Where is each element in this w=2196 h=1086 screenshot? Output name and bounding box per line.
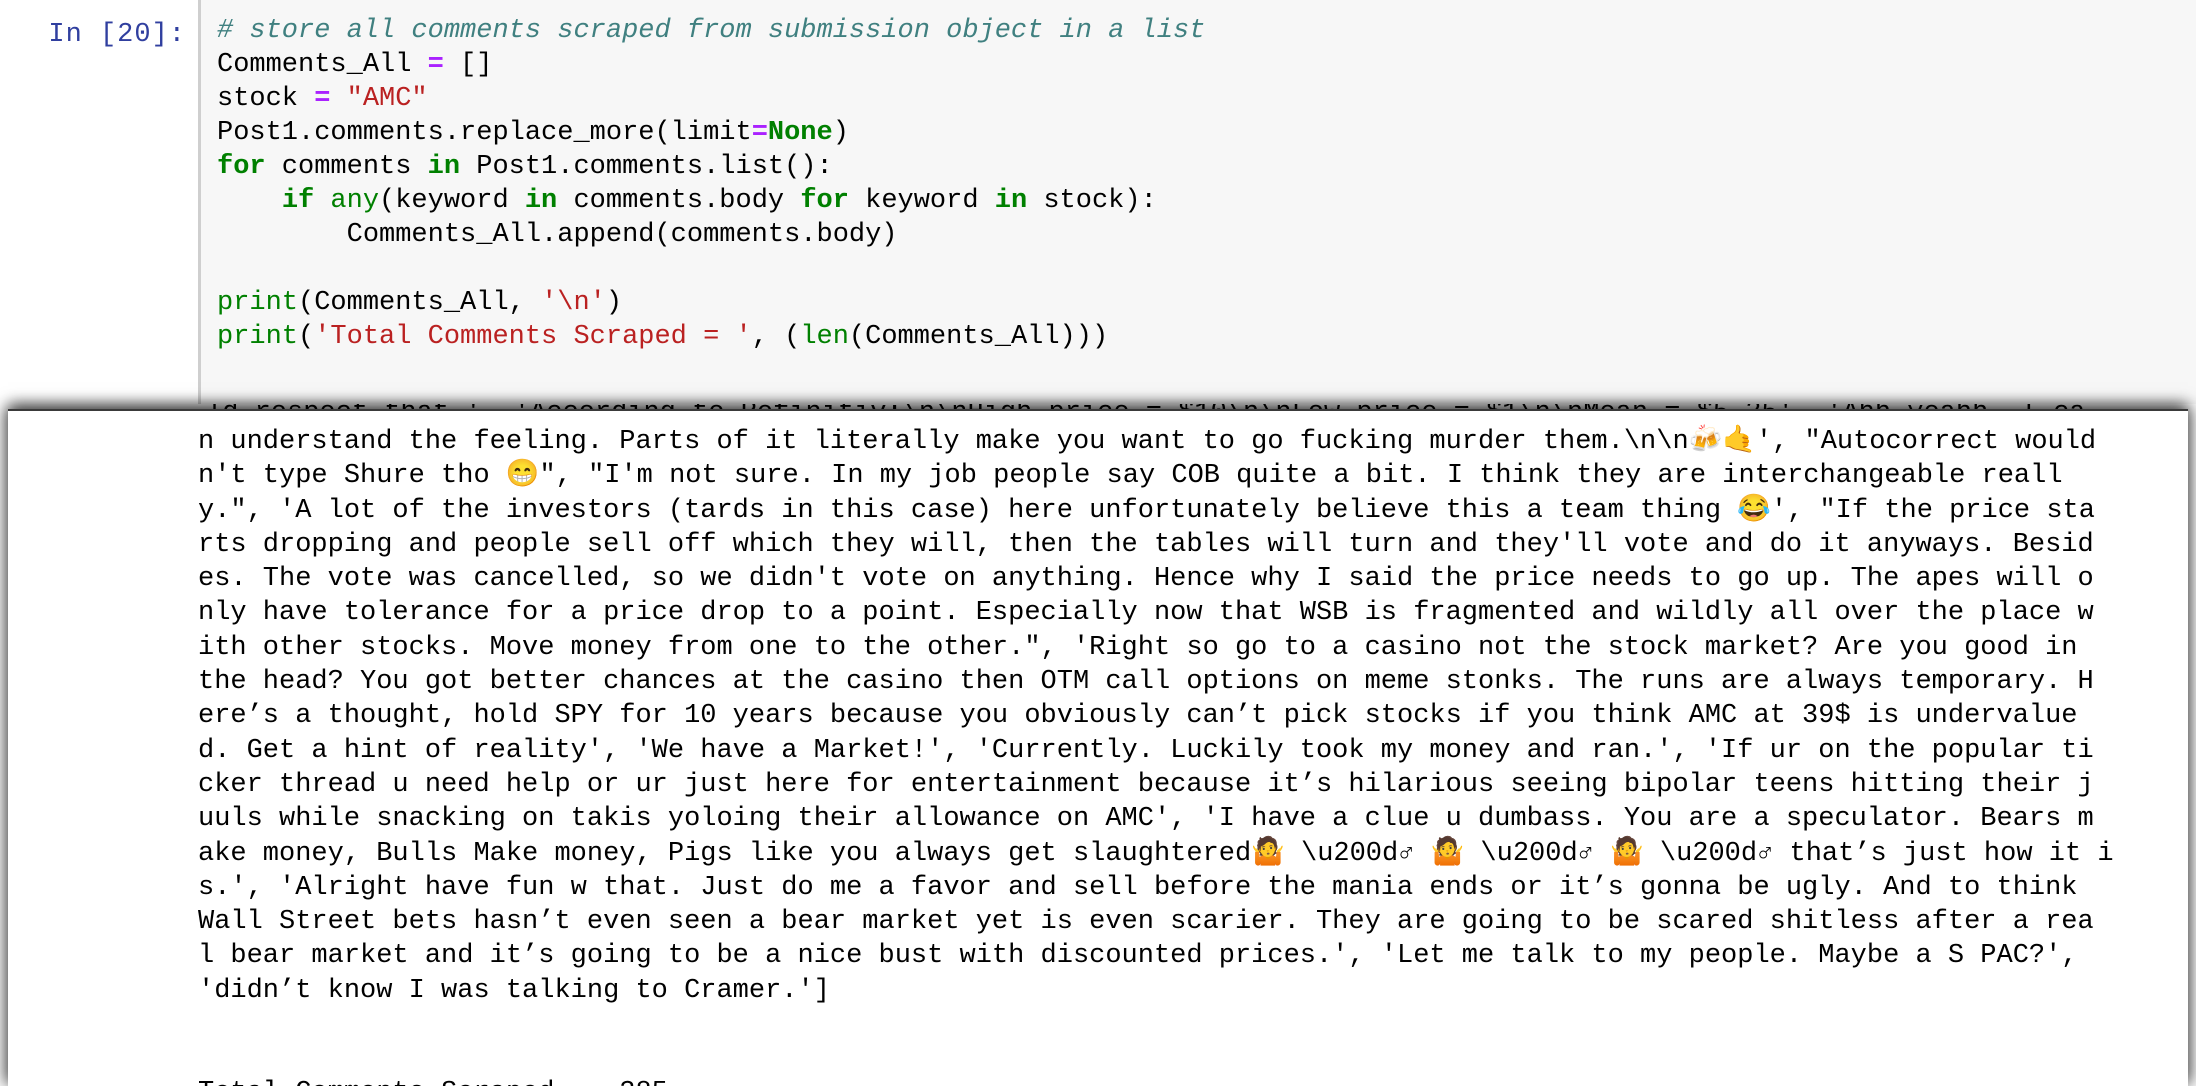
code-line-assign-stock: stock = "AMC" [217, 84, 428, 114]
output-line: ake money, Bulls Make money, Pigs like y… [198, 838, 2114, 869]
code-line-assign-comments-all: Comments_All = [] [217, 50, 493, 80]
output-total-comments-scraped: Total Comments Scraped = 385 [198, 1076, 2188, 1086]
output-line: 'didn’t know I was talking to Cramer.'] [198, 975, 830, 1006]
output-line: cker thread u need help or ur just here … [198, 769, 2094, 800]
code-line-comment: # store all comments scraped from submis… [217, 16, 1206, 46]
output-overlay-content: n understand the feeling. Parts of it li… [8, 411, 2188, 1086]
output-line: ere’s a thought, hold SPY for 10 years b… [198, 701, 2078, 732]
code-input-area[interactable]: # store all comments scraped from submis… [198, 0, 2196, 404]
output-line: l bear market and it’s going to be a nic… [198, 941, 2078, 972]
code-line-print-total: print('Total Comments Scraped = ', (len(… [217, 322, 1109, 352]
output-blank-line [198, 1042, 2188, 1076]
code-line-for-loop: for comments in Post1.comments.list(): [217, 152, 833, 182]
output-line: n't type Shure tho 😁", "I'm not sure. In… [198, 461, 2063, 492]
code-block[interactable]: # store all comments scraped from submis… [209, 14, 2196, 354]
output-line: es. The vote was cancelled, so we didn't… [198, 564, 2094, 595]
output-overlay-panel[interactable]: n understand the feeling. Parts of it li… [8, 409, 2188, 1086]
output-line: n understand the feeling. Parts of it li… [198, 427, 2097, 457]
output-line: y.", 'A lot of the investors (tards in t… [198, 495, 2095, 526]
output-line: nly have tolerance for a price drop to a… [198, 598, 2094, 629]
output-line: d. Get a hint of reality', 'We have a Ma… [198, 735, 2094, 766]
output-line: rts dropping and people sell off which t… [198, 529, 2094, 560]
output-line: uuls while snacking on takis yoloing the… [198, 804, 2094, 835]
code-line-if-any: if any(keyword in comments.body for keyw… [281, 186, 1157, 216]
output-line: Wall Street bets hasn’t even seen a bear… [198, 907, 2094, 938]
output-blank-line [198, 1008, 2188, 1042]
output-line: s.', 'Alright have fun w that. Just do m… [198, 872, 2078, 903]
notebook-code-cell[interactable]: In [20]: # store all comments scraped fr… [0, 0, 2196, 404]
cell-prompt-label: In [20]: [48, 20, 186, 50]
output-line: ith other stocks. Move money from one to… [198, 632, 2078, 663]
code-line-print-comments: print(Comments_All, '\n') [217, 288, 623, 318]
code-line-replace-more: Post1.comments.replace_more(limit=None) [217, 118, 849, 148]
output-line: the head? You got better chances at the … [198, 667, 2094, 698]
code-line-append: Comments_All.append(comments.body) [217, 220, 898, 250]
